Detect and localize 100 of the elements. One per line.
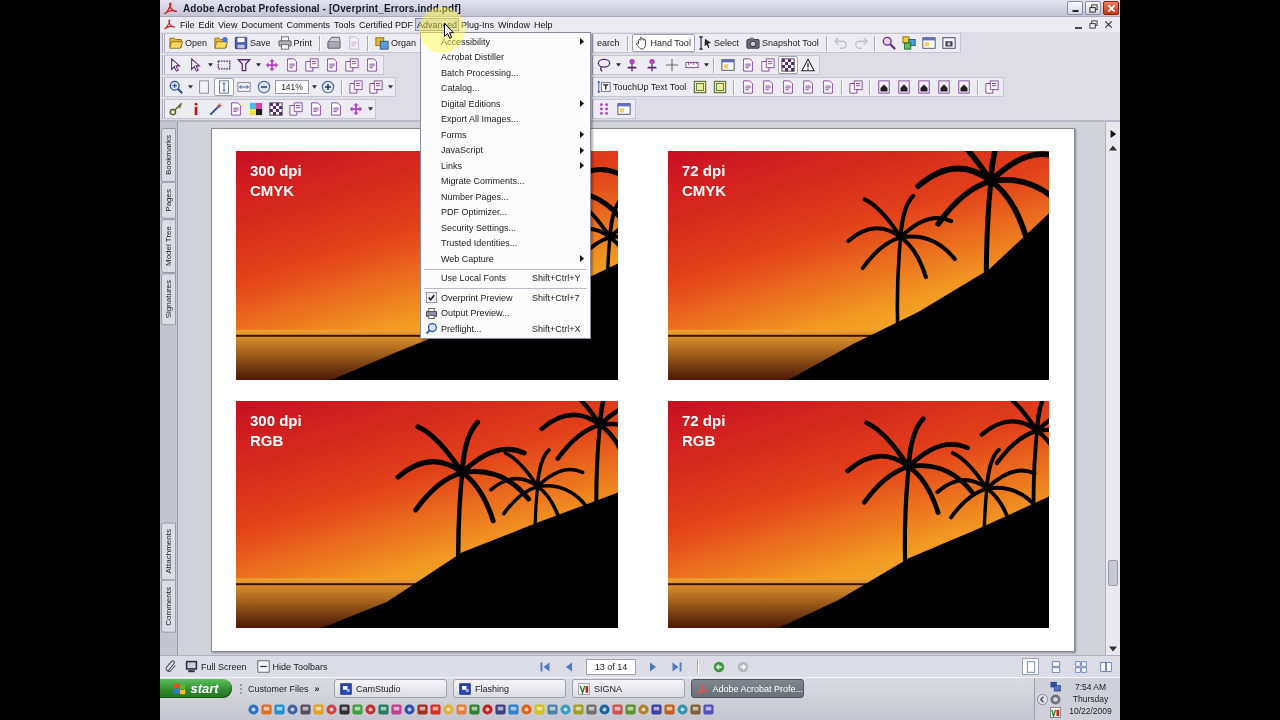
minimize-button[interactable] <box>1067 1 1083 15</box>
page-number-field[interactable]: 13 of 14 <box>586 658 636 675</box>
paperclip-icon[interactable] <box>164 660 177 673</box>
app-icon[interactable] <box>417 704 428 715</box>
chevron-icon[interactable] <box>1037 693 1048 705</box>
page-layout-button[interactable] <box>1022 658 1039 675</box>
menu-item[interactable]: File <box>178 18 197 31</box>
zoom-field[interactable]: 141% <box>275 80 309 94</box>
close-button[interactable] <box>1103 19 1114 30</box>
menu-item[interactable]: Preflight... Shift+Ctrl+X <box>422 321 589 337</box>
toolbar-button[interactable]: Print <box>274 34 317 52</box>
toolbar-button[interactable]: Hand Tool <box>631 34 695 52</box>
wand-icon <box>209 102 223 116</box>
app-icon[interactable] <box>651 704 662 715</box>
menu-item[interactable]: Window <box>496 18 533 31</box>
menu-item[interactable]: Migrate Comments... <box>422 173 589 189</box>
app-icon[interactable] <box>495 704 506 715</box>
toolbar-button[interactable]: Hide Toolbars <box>254 658 330 675</box>
panel-tab[interactable]: Signatures <box>161 272 176 325</box>
menu-item[interactable]: Links <box>422 158 589 174</box>
pages-icon <box>349 80 363 94</box>
toolbar-button[interactable] <box>266 100 286 118</box>
toolbar-button[interactable]: Organ <box>372 34 421 52</box>
panel-tab[interactable]: Model Tree <box>161 218 176 273</box>
panel-tab[interactable]: Bookmarks <box>161 128 176 182</box>
toolbar-button[interactable]: Open <box>166 34 212 52</box>
document-icon <box>821 80 836 94</box>
panel-tab[interactable]: Pages <box>161 182 176 219</box>
menu-item[interactable]: PDF Optimizer... <box>422 204 589 220</box>
toolbar-button[interactable]: TouchUp Text Tool <box>594 78 691 96</box>
menu-item[interactable]: Edit <box>196 18 217 31</box>
menu-item[interactable]: Export All Images... <box>422 111 589 127</box>
menu-item[interactable]: Batch Processing... <box>422 65 589 81</box>
app-icon[interactable] <box>365 704 376 715</box>
toolbar-button[interactable]: Snapshot Tool <box>742 34 823 52</box>
clock-time: 7:54 AM <box>1074 681 1107 693</box>
panel-tab[interactable]: Comments <box>161 580 176 633</box>
menu-item[interactable]: Number Pages... <box>422 189 589 205</box>
restore-icon <box>1089 20 1098 29</box>
scroll-down-icon[interactable] <box>1109 645 1117 653</box>
menu-item[interactable]: View <box>216 18 240 31</box>
scroll-up-icon[interactable] <box>1109 144 1117 152</box>
house-page-icon <box>957 80 972 94</box>
taskbar-button[interactable]: SIGNA <box>572 679 685 698</box>
menu-item[interactable]: Certified PDF <box>356 18 415 31</box>
taskbar-button[interactable]: CamStudio <box>334 679 447 698</box>
page-layout-button[interactable] <box>1072 658 1089 675</box>
checkerboard-icon <box>781 58 795 72</box>
chevron-button[interactable]: » <box>314 683 320 694</box>
app-icon[interactable] <box>1050 706 1061 718</box>
app-icon[interactable] <box>1050 693 1061 705</box>
toolbar-button[interactable] <box>798 56 818 74</box>
menu-item[interactable]: Use Local Fonts Shift+Ctrl+Y <box>422 270 589 286</box>
menu-item[interactable]: Trusted Identities... <box>422 235 589 251</box>
start-button[interactable]: start <box>160 679 232 698</box>
document-icon <box>741 80 756 94</box>
app-icon[interactable] <box>339 704 350 715</box>
menu-item[interactable]: Acrobat Distiller <box>422 49 589 65</box>
close-button[interactable] <box>1103 1 1119 15</box>
menu-item[interactable]: Plug-Ins <box>459 18 497 31</box>
toolbar-button[interactable]: Save <box>231 34 275 52</box>
app-icon[interactable] <box>703 704 714 715</box>
menu-item[interactable]: JavaScript <box>422 142 589 158</box>
toolbar-button[interactable]: Full Screen <box>183 658 249 675</box>
taskbar-button[interactable]: Adobe Acrobat Profe... <box>691 679 804 698</box>
menu-item[interactable]: Digital Editions <box>422 96 589 112</box>
toolbar-button[interactable] <box>778 56 798 74</box>
panel-tab[interactable]: Attachments <box>161 521 176 581</box>
menu-item[interactable]: Accessibility <box>422 34 589 50</box>
menu-item[interactable]: Document <box>239 18 285 31</box>
document-icon <box>365 58 379 72</box>
menu-item[interactable]: Comments <box>284 18 332 31</box>
menu-item[interactable]: Help <box>532 18 555 31</box>
app-icon[interactable] <box>287 704 298 715</box>
app-icon[interactable] <box>404 704 415 715</box>
app-icon[interactable] <box>690 704 701 715</box>
expand-arrow-icon[interactable] <box>1109 130 1117 138</box>
menu-item[interactable]: Catalog... <box>422 80 589 96</box>
app-icon[interactable] <box>599 704 610 715</box>
scrollbar-thumb[interactable] <box>1108 560 1118 586</box>
key-icon <box>169 102 183 116</box>
taskbar-button[interactable]: Flashing <box>453 679 566 698</box>
app-icon[interactable] <box>300 704 311 715</box>
toolbar-button[interactable]: earch <box>594 34 624 52</box>
toolbar-button[interactable] <box>234 56 254 74</box>
menu-item[interactable]: Forms <box>422 127 589 143</box>
toolbar-button[interactable]: Select <box>694 34 743 52</box>
hand-icon <box>634 36 649 50</box>
menu-item[interactable]: Security Settings... <box>422 220 589 236</box>
house-page-icon <box>877 80 892 94</box>
app-icon <box>164 19 175 30</box>
caret-icon <box>207 63 213 67</box>
restore-button[interactable] <box>1088 19 1099 30</box>
menu-item[interactable]: Tools <box>331 18 357 31</box>
app-icon[interactable] <box>482 704 493 715</box>
restore-button[interactable] <box>1085 1 1101 15</box>
menu-item[interactable]: Output Preview... <box>422 305 589 321</box>
computers-icon[interactable] <box>1050 680 1061 692</box>
menu-item[interactable]: Web Capture <box>422 251 589 267</box>
menu-item[interactable]: Overprint Preview Shift+Ctrl+7 <box>422 290 589 306</box>
